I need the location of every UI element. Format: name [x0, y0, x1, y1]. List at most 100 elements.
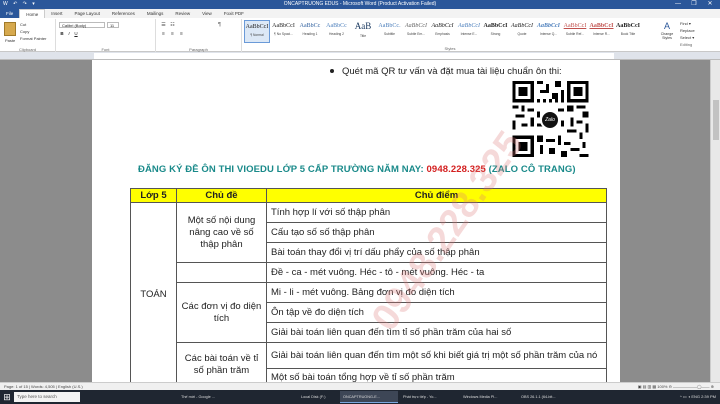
tab-review[interactable]: Review [169, 9, 196, 18]
table-row: Các đơn vị đo diện tích Mi - li - mét vu… [131, 282, 607, 343]
tab-view[interactable]: View [196, 9, 218, 18]
vertical-scrollbar[interactable] [710, 60, 720, 382]
windows-start-icon[interactable]: ⊞ [2, 392, 12, 402]
window-title: ONCAPTRUONG EDUS - Microsoft Word (Produ… [283, 1, 437, 7]
style-preview: AaBbCc. [378, 23, 401, 29]
style-name: Book Title [620, 32, 636, 36]
font-name-select[interactable]: Calibri (Body) [59, 22, 105, 28]
bullets-icon[interactable]: ☰ [160, 22, 167, 28]
ribbon-tabs: File Home Insert Page Layout References … [0, 8, 720, 19]
style-intense-reference[interactable]: AaBbCcI Intense R... [588, 20, 615, 43]
style-name: Heading 2 [328, 32, 345, 36]
taskbar-item-youtube[interactable]: Phát trực tiếp - Yo... [400, 391, 458, 403]
replace-button[interactable]: Replace [680, 27, 720, 34]
cut-button[interactable]: Cut [20, 22, 26, 27]
taskbar-item-media-player[interactable]: Windows Media Pl... [460, 391, 516, 403]
style-intense-emphasis[interactable]: AaBbCcI Intense E... [456, 20, 482, 43]
paste-button[interactable]: Paste [5, 38, 15, 43]
style-subtle-reference[interactable]: AaBbCcI Subtle Ref... [562, 20, 588, 43]
table-header-row: Lớp 5 Chủ đề Chủ điểm [130, 188, 607, 203]
style-name: Subtle Ref... [565, 32, 585, 36]
style-preview: AaBbCcI [272, 23, 295, 29]
bold-button[interactable]: B [59, 31, 65, 37]
document-page[interactable]: Quét mã QR tư vấn và đặt mua tài liệu ch… [92, 60, 620, 382]
minimize-button[interactable]: — [670, 0, 686, 9]
numbering-icon[interactable]: ☷ [169, 22, 176, 28]
table-row: Các bài toán về tỉ số phần trăm Giải bài… [131, 342, 607, 382]
tab-file[interactable]: File [0, 9, 20, 18]
topic-cell: Các đơn vị đo diện tích [176, 282, 267, 343]
style-heading-2[interactable]: AaBbCc Heading 2 [323, 20, 350, 43]
zoom-controls[interactable]: ▣ ▤ ▥ ▦ 100% ⊖ ——————◯—— ⊕ [638, 384, 714, 389]
system-tray[interactable]: ^ ▭ ◑ ENG 2:39 PM [680, 390, 716, 404]
style-emphasis[interactable]: AaBbCcI Emphasis [429, 20, 456, 43]
tab-references[interactable]: References [106, 9, 141, 18]
table-row: TOÁN Một số nội dung nâng cao về số thập… [130, 202, 607, 382]
paste-icon[interactable] [4, 22, 16, 36]
point-cell: Ôn tập về đo diện tích [266, 302, 607, 323]
style-intense-quote[interactable]: AaBbCcI Intense Q... [535, 20, 562, 43]
style-preview: AaBbCcI [245, 24, 269, 30]
style-subtle-emphasis[interactable]: AaBbCcI Subtle Em... [403, 20, 429, 43]
status-left[interactable]: Page: 1 of 15 | Words: 4,505 | English (… [4, 384, 83, 389]
style-heading-1[interactable]: AaBbCc Heading 1 [297, 20, 323, 43]
styles-gallery: AaBbCcI ¶ Normal AaBbCcI ¶ No Spaci... AaB… [244, 20, 656, 44]
underline-button[interactable]: U [73, 31, 79, 37]
find-button[interactable]: Find ▾ [680, 20, 720, 27]
style-preview: AaBbCc [326, 23, 347, 29]
style-subtitle[interactable]: AaBbCc. Subtitle [376, 20, 403, 43]
scrollbar-thumb[interactable] [713, 100, 719, 140]
taskbar-item-word[interactable]: ONCAPTRUONG-E... [340, 391, 398, 403]
window-controls: — ❐ ✕ [670, 0, 718, 9]
format-painter-button[interactable]: Format Painter [20, 36, 46, 41]
header-grade: Lớp 5 [130, 188, 177, 203]
title-bar: W ↶ ↷ ▾ ONCAPTRUONG EDUS - Microsoft Wor… [0, 0, 720, 9]
lesson-table: Lớp 5 Chủ đề Chủ điểm TOÁN Một số nội du… [130, 188, 607, 382]
bullet-paragraph: Quét mã QR tư vấn và đặt mua tài liệu ch… [330, 66, 562, 77]
point-cell: Giải bài toán liên quan đến tìm một số k… [266, 342, 607, 369]
table-row: Đề - ca - mét vuông. Héc - tô - mét vuôn… [131, 262, 607, 283]
style-book-title[interactable]: AaBbCcI Book Title [615, 20, 641, 43]
tab-foxit-pdf[interactable]: Foxit PDF [218, 9, 250, 18]
style-preview: AaBbCcI [483, 23, 508, 29]
style-preview: AaBbCcI [511, 23, 533, 29]
bullet-icon [330, 69, 334, 74]
style-name: ¶ No Spaci... [274, 32, 293, 36]
style-name: Title [359, 34, 367, 38]
style-strong[interactable]: AaBbCcI Strong [482, 20, 509, 43]
align-left-icon[interactable]: ≡ [160, 31, 167, 37]
taskbar-search-input[interactable]: Type here to search [14, 392, 80, 402]
horizontal-ruler[interactable] [0, 52, 720, 60]
maximize-button[interactable]: ❐ [686, 0, 702, 9]
headline-text: ĐĂNG KÝ ĐỀ ÔN THI VIOEDU LỚP 5 CẤP TRƯỜN… [138, 164, 427, 175]
style-title[interactable]: AaB Title [350, 20, 376, 43]
tab-page-layout[interactable]: Page Layout [69, 9, 106, 18]
copy-button[interactable]: Copy [20, 29, 29, 34]
tab-mailings[interactable]: Mailings [141, 9, 170, 18]
close-button[interactable]: ✕ [702, 0, 718, 9]
taskbar-item-chrome[interactable]: Thế mới - Google ... [178, 391, 234, 403]
ruler-scale [94, 53, 614, 59]
style-no-spacing[interactable]: AaBbCcI ¶ No Spaci... [270, 20, 297, 43]
style-preview: AaBbCcI [563, 23, 587, 29]
taskbar-item-obs[interactable]: OBS 26.1.1 (64-bit... [518, 391, 576, 403]
align-center-icon[interactable]: ≡ [169, 31, 176, 37]
style-preview: AaBbCcI [431, 23, 454, 29]
select-button[interactable]: Select ▾ [680, 34, 720, 41]
show-marks-icon[interactable]: ¶ [216, 22, 223, 28]
tab-home[interactable]: Home [19, 8, 46, 19]
style-normal[interactable]: AaBbCcI ¶ Normal [244, 20, 270, 43]
tab-insert[interactable]: Insert [45, 9, 68, 18]
style-quote[interactable]: AaBbCcI Quote [509, 20, 535, 43]
font-size-select[interactable]: 11 [107, 22, 119, 28]
style-name: Subtle Em... [407, 32, 425, 36]
italic-button[interactable]: I [66, 31, 72, 37]
style-name: Strong [490, 32, 501, 36]
document-area: Quét mã QR tư vấn và đặt mua tài liệu ch… [0, 60, 710, 382]
align-right-icon[interactable]: ≡ [178, 31, 185, 37]
header-point: Chủ điểm [266, 188, 607, 203]
style-name: Heading 1 [302, 32, 318, 36]
taskbar-item-explorer[interactable]: Local Disk (F:) [298, 391, 338, 403]
topic-cell-empty [176, 262, 267, 283]
change-styles-button[interactable]: A Change Styles [657, 20, 677, 50]
